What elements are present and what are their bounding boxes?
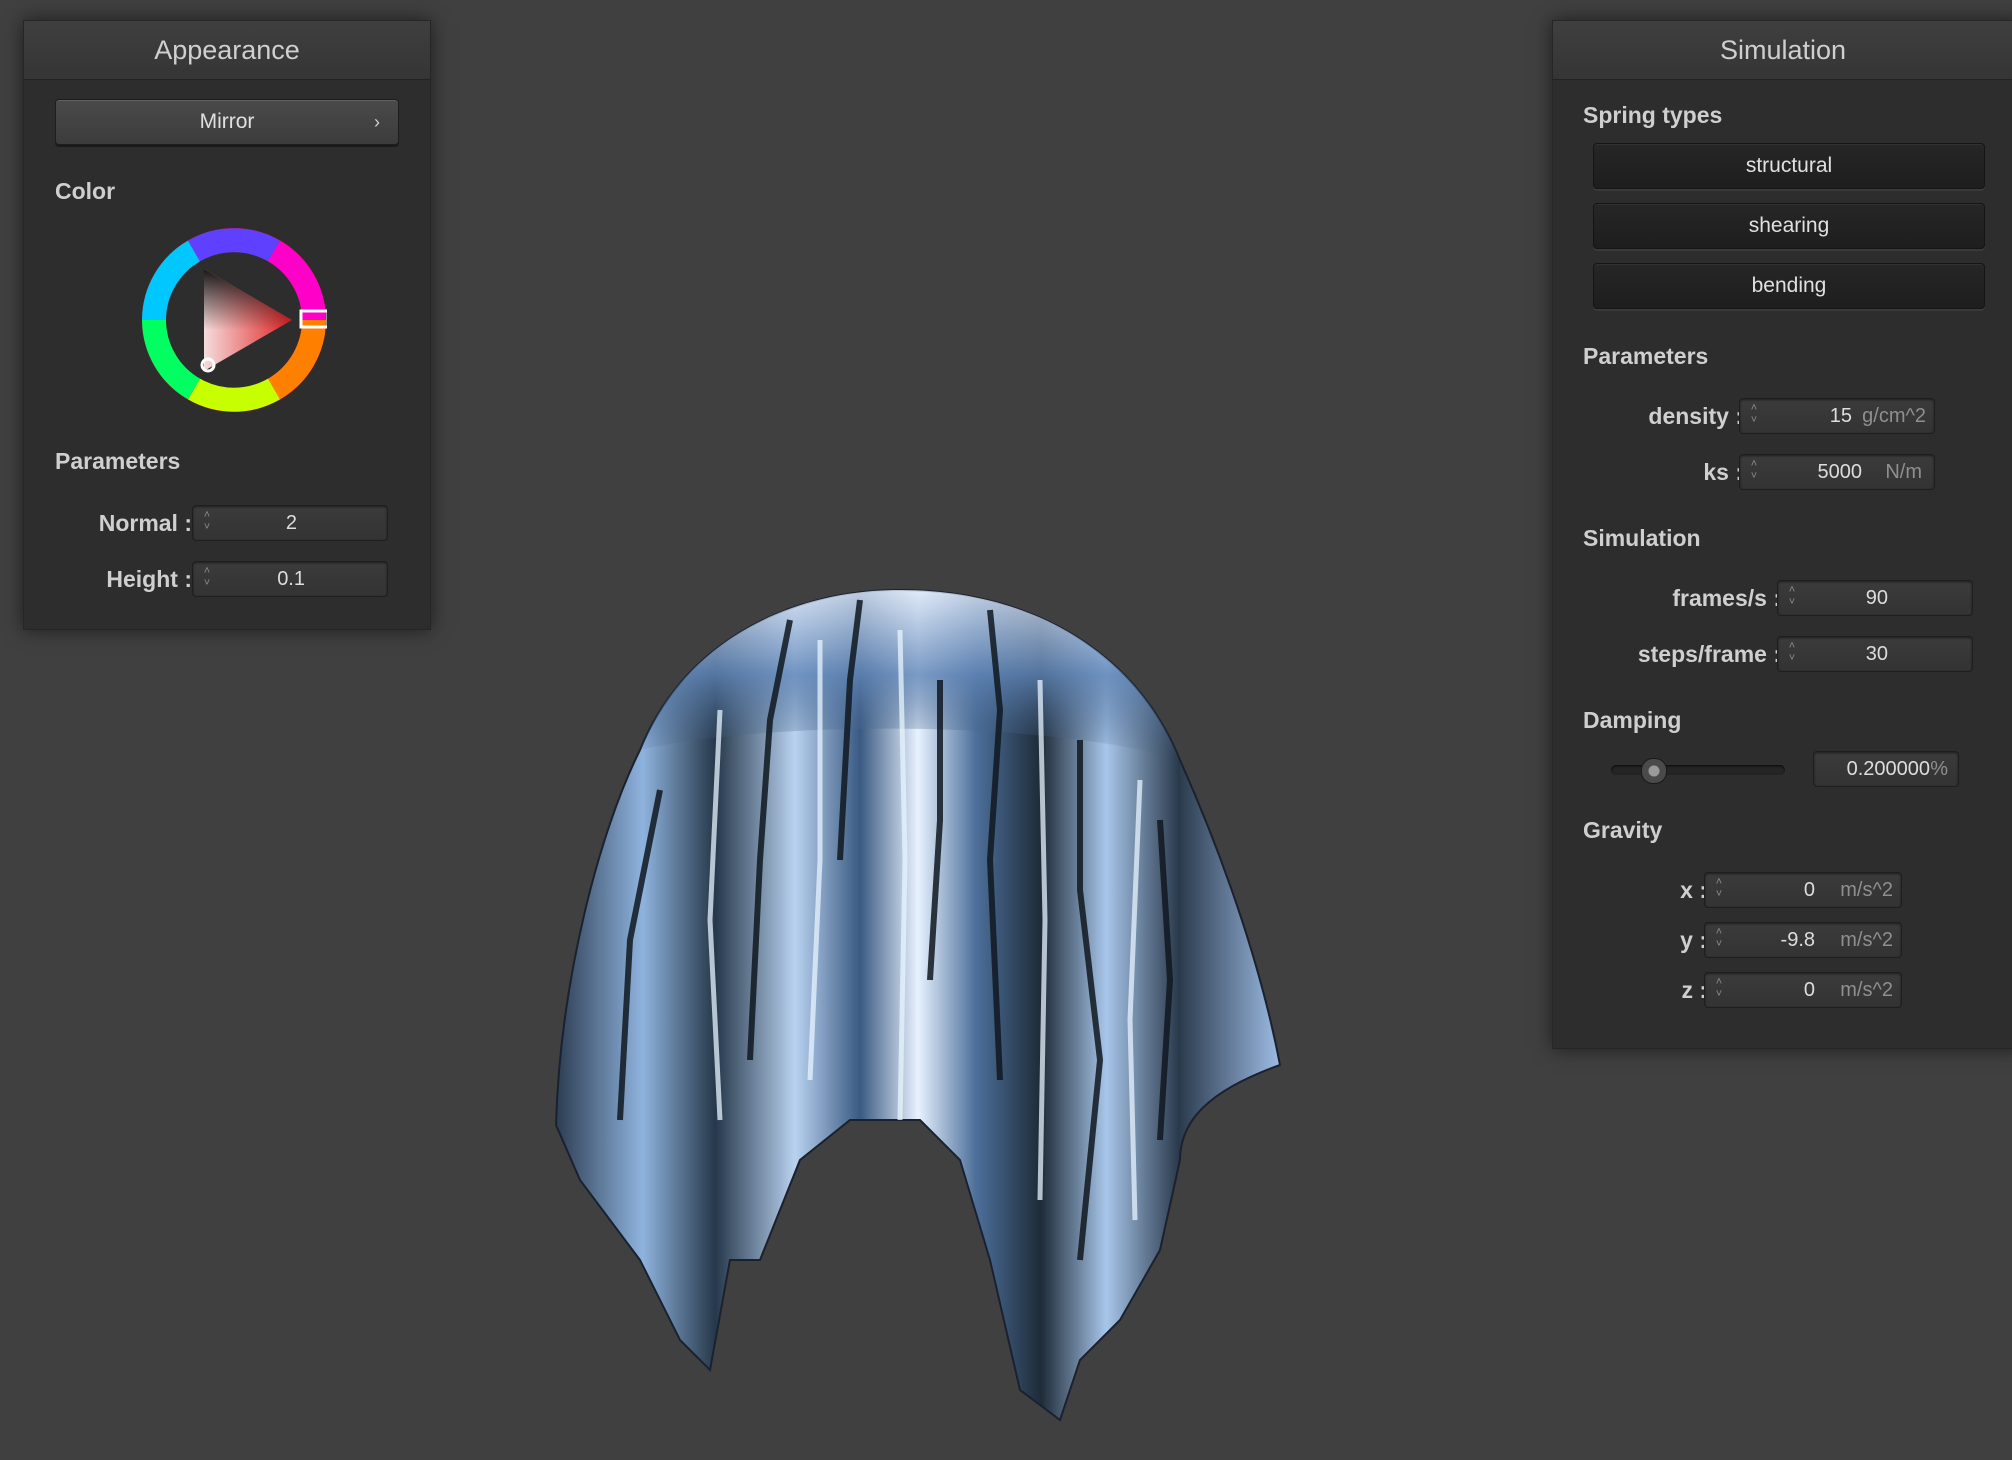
simulation-panel: Simulation Spring types structural shear… [1552,20,2012,1049]
structural-toggle-button[interactable]: structural [1593,143,1985,189]
simulation-panel-title[interactable]: Simulation [1553,21,2012,80]
spin-arrows-icon[interactable]: ˄ ˅ [1784,640,1800,668]
damping-slider-track [1611,765,1785,775]
color-section-label: Color [55,178,116,204]
gravity-x-spinbox[interactable]: ˄ ˅ 0 m/s^2 [1704,872,1902,908]
gravity-y-value: -9.8 [1780,929,1815,951]
damping-value-box[interactable]: 0.200000 % [1813,751,1959,787]
gravity-y-spinbox[interactable]: ˄ ˅ -9.8 m/s^2 [1704,922,1902,958]
normal-label: Normal : [98,510,192,536]
damping-slider-knob[interactable] [1641,758,1667,784]
shader-select-button[interactable]: Mirror › [55,99,399,145]
density-spinbox[interactable]: ˄ ˅ 15 g/cm^2 [1739,398,1935,434]
frames-per-second-spinbox[interactable]: ˄ ˅ 90 [1777,580,1973,616]
gravity-label: Gravity [1583,817,1663,843]
spin-arrows-icon[interactable]: ˄ ˅ [1711,976,1727,1004]
damping-slider[interactable] [1611,756,1785,784]
ks-unit: N/m [1885,461,1922,483]
gravity-z-unit: m/s^2 [1840,979,1893,1001]
spin-arrows-icon[interactable]: ˄ ˅ [199,565,215,593]
normal-spinbox[interactable]: ˄ ˅ 2 [192,505,388,541]
gravity-y-label: y : [1680,927,1707,953]
steps-per-frame-spinbox[interactable]: ˄ ˅ 30 [1777,636,1973,672]
height-label: Height : [106,566,192,592]
density-unit: g/cm^2 [1862,405,1926,427]
appearance-panel: Appearance Mirror › Color Parameters Nor… [23,20,431,630]
density-label: density : [1648,403,1743,429]
normal-value: 2 [285,512,297,534]
gravity-x-unit: m/s^2 [1840,879,1893,901]
damping-value: 0.200000 [1846,758,1930,780]
gravity-x-label: x : [1680,877,1707,903]
frames-per-second-value: 90 [1865,587,1888,609]
spin-arrows-icon[interactable]: ˄ ˅ [1711,926,1727,954]
ks-label: ks : [1703,459,1743,485]
gravity-z-value: 0 [1803,979,1815,1001]
simulation-section-label: Simulation [1583,525,1701,551]
damping-label: Damping [1583,707,1682,733]
frames-per-second-label: frames/s : [1672,585,1781,611]
height-value: 0.1 [277,568,305,590]
steps-per-frame-label: steps/frame : [1637,641,1781,667]
gravity-z-spinbox[interactable]: ˄ ˅ 0 m/s^2 [1704,972,1902,1008]
spin-arrows-icon[interactable]: ˄ ˅ [1746,458,1762,486]
bending-toggle-button[interactable]: bending [1593,263,1985,309]
appearance-panel-title[interactable]: Appearance [24,21,430,80]
spin-arrows-icon[interactable]: ˄ ˅ [1711,876,1727,904]
spin-arrows-icon[interactable]: ˄ ˅ [1784,584,1800,612]
spin-arrows-icon[interactable]: ˄ ˅ [199,509,215,537]
shearing-toggle-button[interactable]: shearing [1593,203,1985,249]
spring-types-label: Spring types [1583,102,1723,128]
ks-spinbox[interactable]: ˄ ˅ 5000 N/m [1739,454,1935,490]
appearance-parameters-label: Parameters [55,448,181,474]
gravity-z-label: z : [1681,977,1707,1003]
spin-arrows-icon[interactable]: ˄ ˅ [1746,402,1762,430]
density-value: 15 [1829,405,1852,427]
height-spinbox[interactable]: ˄ ˅ 0.1 [192,561,388,597]
shader-select-label: Mirror [199,110,255,133]
steps-per-frame-value: 30 [1865,643,1888,665]
simulation-parameters-label: Parameters [1583,343,1709,369]
gravity-x-value: 0 [1803,879,1815,901]
cloth-mesh [554,588,1282,1422]
gravity-y-unit: m/s^2 [1840,929,1893,951]
chevron-right-icon: › [374,112,380,132]
damping-unit: % [1930,758,1948,780]
cloth-viewport[interactable] [520,560,1320,1435]
color-wheel[interactable] [141,227,330,413]
ks-value: 5000 [1817,461,1863,483]
